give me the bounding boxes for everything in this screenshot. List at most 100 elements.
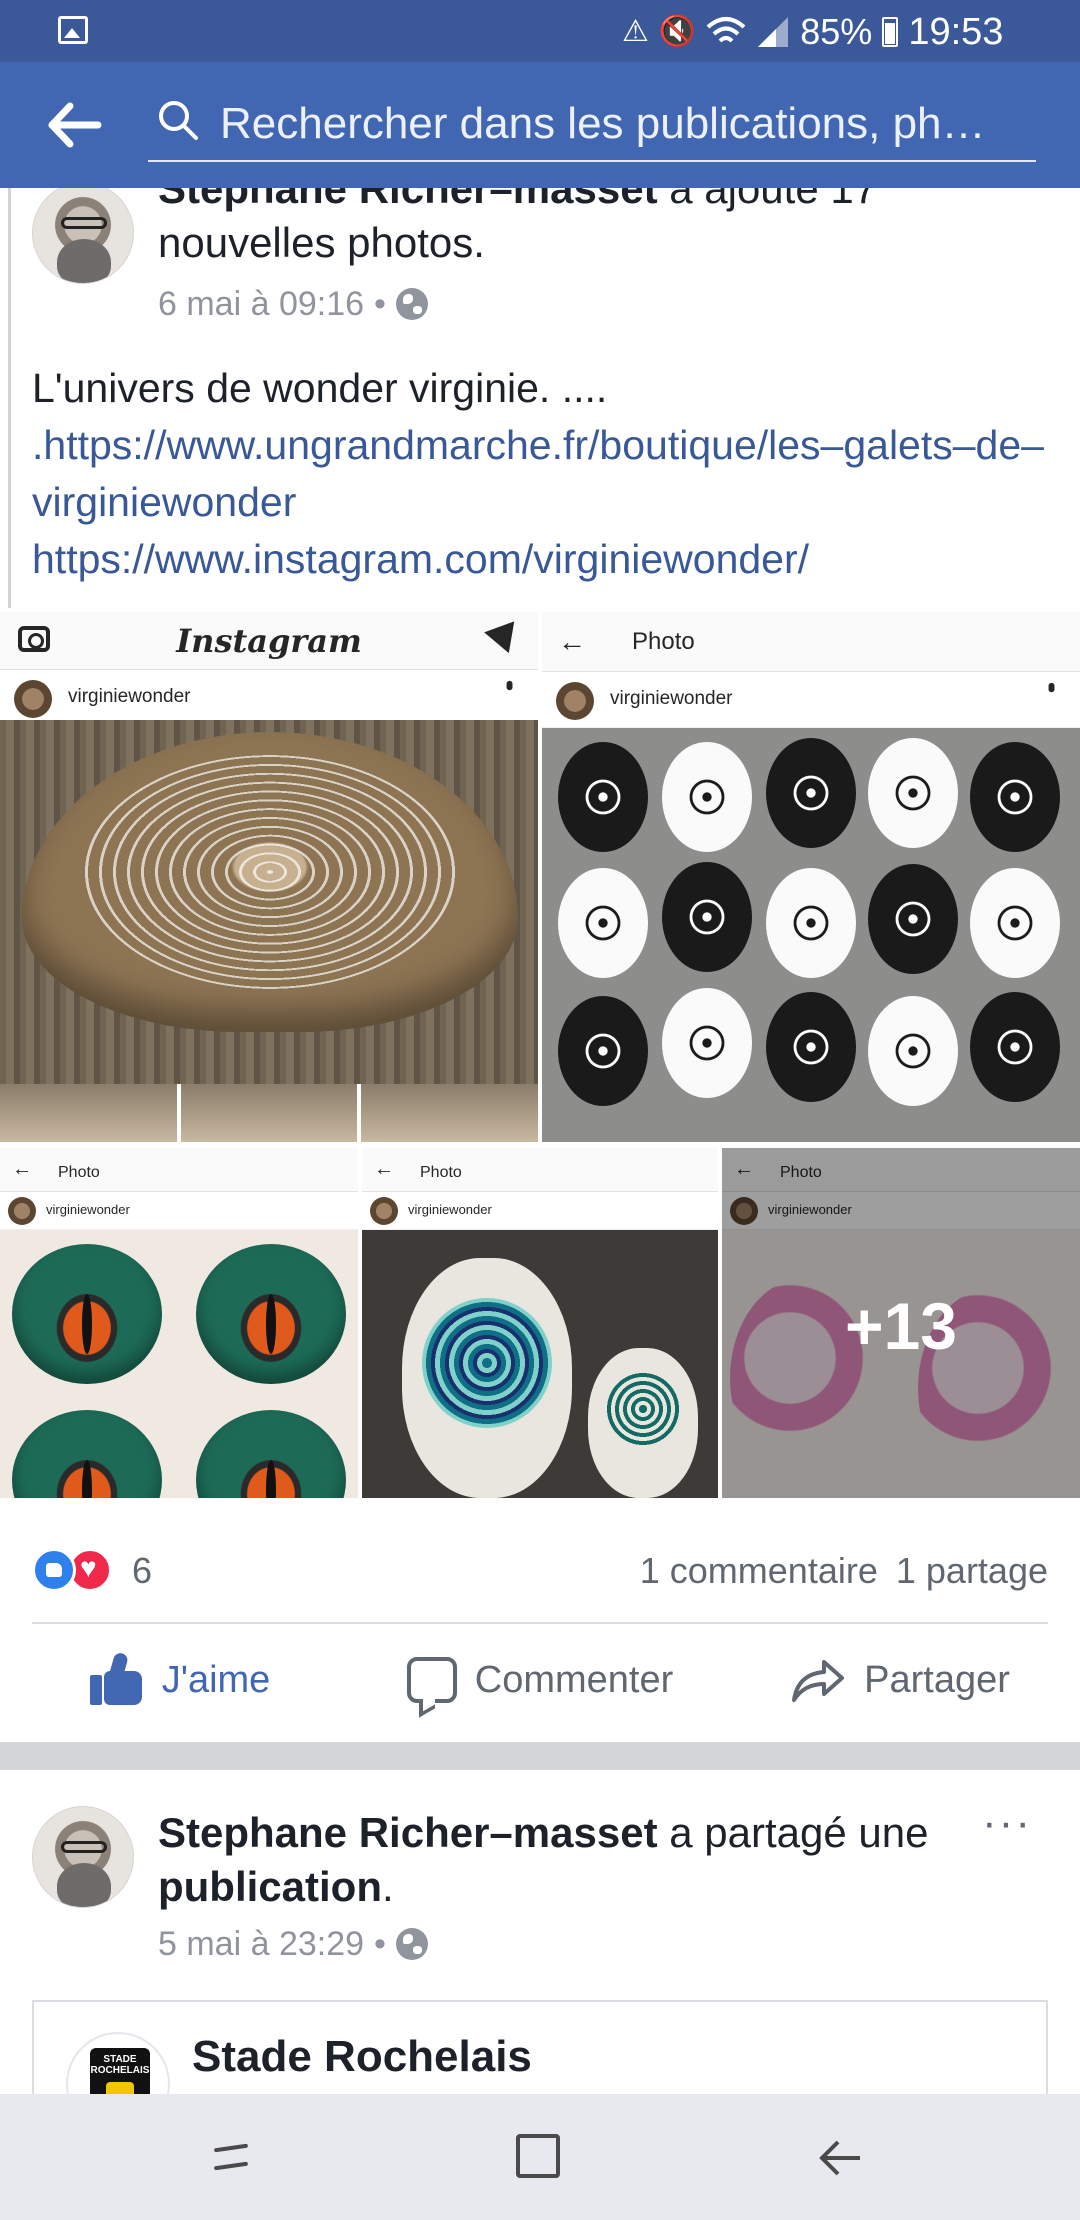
instagram-bar: Instagram <box>0 612 538 670</box>
signal-icon <box>758 17 789 47</box>
pebble <box>662 862 752 972</box>
recents-icon[interactable] <box>208 2138 254 2178</box>
photo-tile[interactable]: ← Photo virginiewonder ••• <box>542 612 1080 1142</box>
post-time[interactable]: 5 mai à 23:29 <box>158 1924 364 1964</box>
search-app-bar: Rechercher dans les publications, ph… <box>0 62 1080 188</box>
pebble <box>558 868 648 978</box>
thumbnail-strip <box>0 1084 538 1142</box>
photo-bar: ← Photo <box>362 1148 718 1192</box>
post-card: Stephane Richer–masset a partagé une pub… <box>0 1770 1080 2094</box>
shared-page-name[interactable]: Stade Rochelais <box>192 2032 532 2082</box>
clock: 19:53 <box>908 11 1004 53</box>
pebble <box>970 742 1060 852</box>
photo-more-icon: ••• <box>497 680 522 686</box>
stade-rochelais-logo[interactable]: STADE ROCHELAIS <box>66 2032 170 2094</box>
author-name[interactable]: Stephane Richer–masset <box>158 188 658 212</box>
gallery-icon <box>58 16 88 44</box>
photo-username: virginiewonder <box>408 1202 492 1217</box>
search-placeholder: Rechercher dans les publications, ph… <box>220 99 986 148</box>
dragon-eye-stone <box>12 1244 162 1384</box>
thumbs-up-icon <box>89 1651 144 1707</box>
like-label: J'aime <box>161 1658 271 1701</box>
comment-button[interactable]: Commenter <box>360 1628 720 1732</box>
more-options-button[interactable]: ··· <box>982 1798 1032 1848</box>
meta-separator: • <box>374 285 386 323</box>
post-actions: J'aime Commenter Partager <box>0 1628 1080 1732</box>
photo-bar: ← Photo <box>0 1148 358 1192</box>
shared-post-card[interactable]: STADE ROCHELAIS Stade Rochelais <box>32 2000 1048 2094</box>
link-text[interactable]: https://www.ungrandmarche.fr/boutique/le… <box>32 422 1044 525</box>
photo-bar-title: Photo <box>420 1164 462 1181</box>
photo-user-row: virginiewonder ••• <box>0 670 538 726</box>
photo-bar-title: Photo <box>632 628 695 655</box>
comment-icon <box>406 1657 457 1703</box>
pebble <box>970 992 1060 1102</box>
share-button[interactable]: Partager <box>720 1628 1080 1732</box>
photo-bar-title: Photo <box>58 1164 100 1181</box>
dragon-eye-stone <box>196 1244 346 1384</box>
post-header-text: Stephane Richer–masset a ajouté 17 nouve… <box>158 188 978 270</box>
mandala-pattern <box>80 752 460 992</box>
photo-username: virginiewonder <box>610 688 733 709</box>
search-icon <box>159 101 198 140</box>
pebble <box>868 996 958 1106</box>
dreamcatcher-stone <box>588 1348 698 1498</box>
battery-icon <box>882 17 899 47</box>
pebble <box>766 992 856 1102</box>
search-input[interactable]: Rechercher dans les publications, ph… <box>148 84 1036 162</box>
mute-icon: 🔇 <box>658 15 697 48</box>
dreamcatcher-stone <box>402 1258 572 1498</box>
user-avatar <box>14 680 52 718</box>
thread-line <box>8 188 11 608</box>
battery-level: 85% <box>800 11 873 52</box>
photo-tile[interactable]: ← Photo virginiewonder <box>362 1148 718 1498</box>
comment-label: Commenter <box>474 1658 674 1701</box>
post-body: L'univers de wonder virginie. .... .http… <box>32 360 1052 588</box>
post-meta: 5 mai à 23:29 • <box>158 1924 428 1964</box>
pebble <box>766 868 856 978</box>
share-icon <box>792 1660 845 1702</box>
pebble <box>970 868 1060 978</box>
author-name[interactable]: Stephane Richer–masset <box>158 1809 658 1856</box>
post-time[interactable]: 6 mai à 09:16 <box>158 284 364 324</box>
pebble <box>558 996 648 1106</box>
post-action: a partagé une <box>669 1809 929 1856</box>
link-prefix: . <box>32 422 44 468</box>
shared-publication-link[interactable]: publication <box>158 1863 382 1910</box>
reactions-summary[interactable]: 6 1 commentaire 1 partage <box>32 1542 1048 1600</box>
data-saver-icon: ⚠ <box>622 15 649 48</box>
home-icon[interactable] <box>516 2134 560 2178</box>
share-count[interactable]: 1 partage <box>896 1550 1048 1592</box>
post-meta: 6 mai à 09:16 • <box>158 284 428 324</box>
user-avatar <box>556 682 594 720</box>
photo-tile[interactable]: Instagram virginiewonder ••• <box>0 612 538 1142</box>
title-period: . <box>382 1863 394 1910</box>
photo-grid: Instagram virginiewonder ••• ← Photo vir… <box>0 612 1080 1688</box>
pebble <box>662 742 752 852</box>
share-label: Partager <box>864 1658 1010 1701</box>
link-instagram[interactable]: https://www.instagram.com/virginiewonder… <box>32 531 1052 588</box>
more-photos-count: +13 <box>845 1289 957 1363</box>
more-options-button[interactable]: ··· <box>982 188 1032 204</box>
link-ungrandmarche[interactable]: .https://www.ungrandmarche.fr/boutique/l… <box>32 417 1052 531</box>
like-reaction-icon <box>32 1548 76 1592</box>
like-button[interactable]: J'aime <box>0 1628 360 1732</box>
comment-count[interactable]: 1 commentaire <box>640 1550 878 1592</box>
avatar[interactable] <box>32 1806 134 1908</box>
divider <box>32 1622 1048 1624</box>
photo-user-row: virginiewonder <box>362 1192 718 1230</box>
reaction-count: 6 <box>132 1550 153 1591</box>
pebble <box>868 738 958 848</box>
photo-user-row: virginiewonder ••• <box>542 672 1080 728</box>
photo-tile-more[interactable]: ← Photo virginiewonder +13 <box>722 1148 1080 1498</box>
globe-icon <box>395 288 428 320</box>
photo-username: virginiewonder <box>46 1202 130 1217</box>
status-bar: ⚠ 🔇 85% 19:53 <box>0 0 1080 62</box>
system-nav-bar <box>0 2094 1080 2220</box>
back-nav-icon[interactable] <box>818 2138 862 2178</box>
photo-tile[interactable]: ← Photo virginiewonder <box>0 1148 358 1498</box>
arrow-left-icon: ← <box>558 626 586 657</box>
feed-separator <box>0 1742 1080 1770</box>
back-arrow-icon[interactable] <box>44 98 104 152</box>
avatar[interactable] <box>32 188 134 284</box>
